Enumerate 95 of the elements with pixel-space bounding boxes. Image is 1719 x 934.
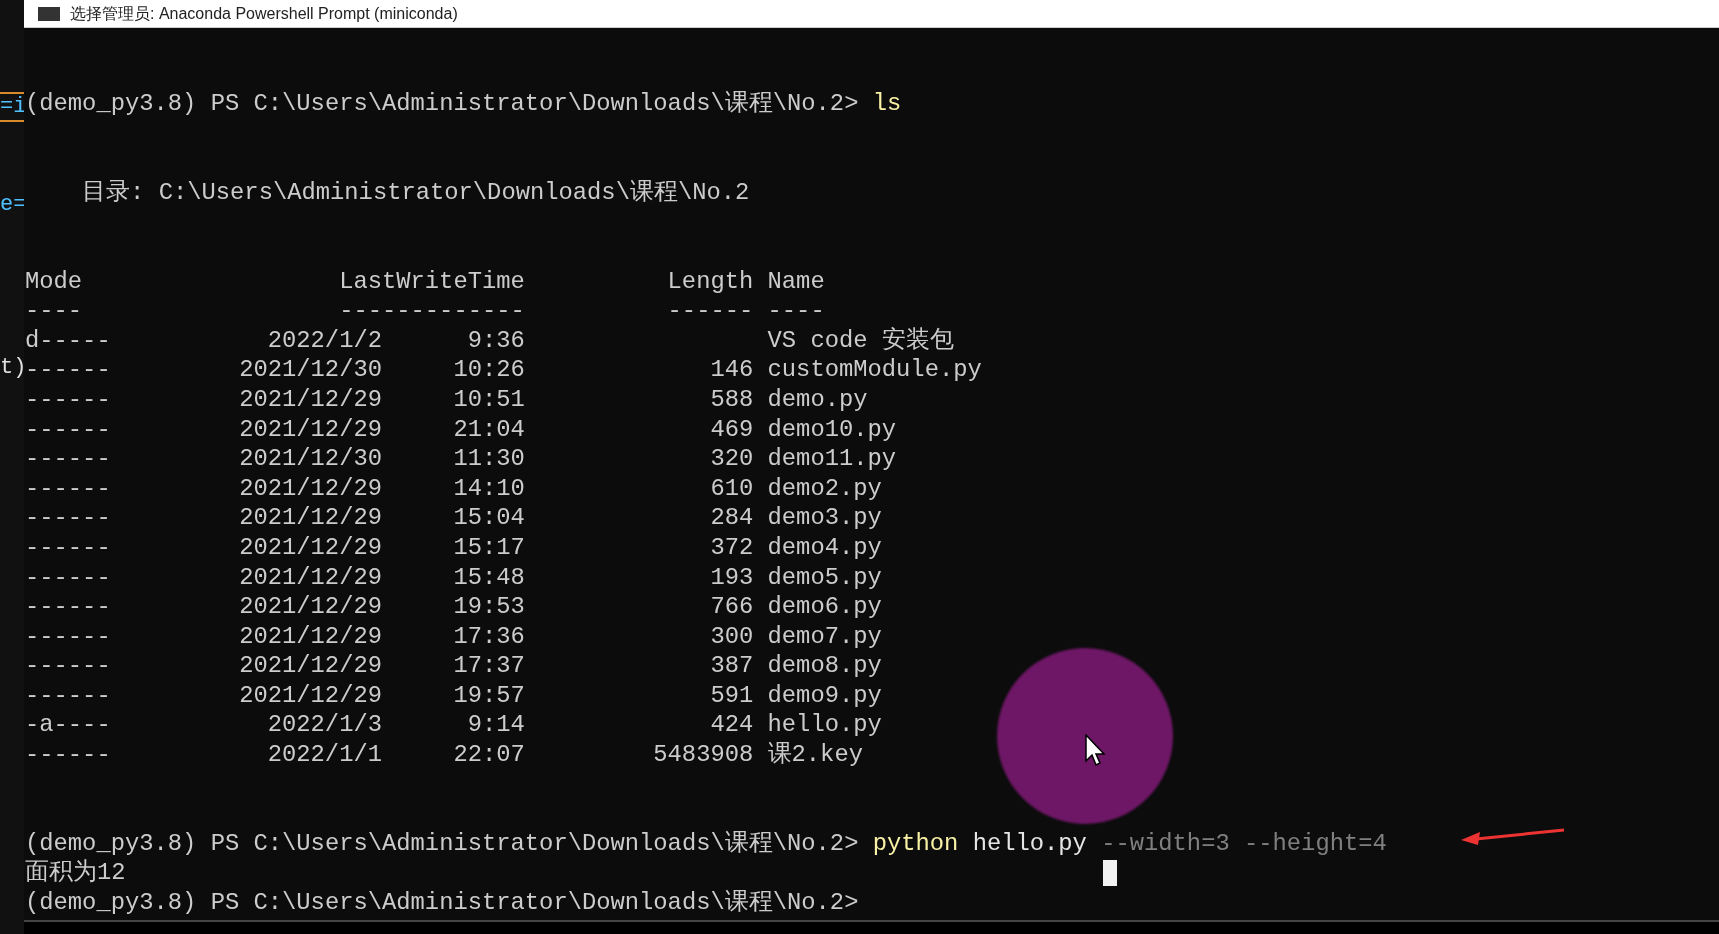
date-cell: 2021/12/29: [239, 651, 382, 681]
mode-cell: ------: [25, 621, 111, 652]
length-cell: 591: [710, 680, 754, 711]
length-cell: 588: [710, 384, 754, 415]
mode-cell: ------: [25, 740, 111, 770]
name-cell: demo11.py: [767, 444, 897, 474]
length-cell: 320: [710, 444, 754, 474]
command-text: hello.py: [972, 828, 1087, 859]
name-cell: demo5.py: [767, 562, 882, 593]
time-cell: 9:14: [467, 710, 525, 741]
length-cell: 284: [710, 503, 754, 533]
name-cell: hello.py: [767, 710, 882, 741]
date-cell: 2021/12/29: [239, 680, 382, 711]
mode-cell: ------: [25, 562, 111, 593]
mode-cell: ------: [25, 473, 111, 504]
name-cell: customModule.py: [767, 355, 982, 385]
date-cell: 2021/12/29: [239, 384, 382, 415]
name-cell: demo7.py: [767, 621, 882, 652]
date-cell: 2022/1/1: [267, 740, 382, 770]
length-cell: 300: [710, 621, 754, 652]
length-cell: 766: [710, 592, 754, 622]
date-cell: 2021/12/29: [239, 532, 382, 563]
time-cell: 10:26: [453, 355, 525, 385]
mode-cell: ------: [25, 651, 111, 681]
window-title: 选择管理员: Anaconda Powershell Prompt (miniconda): [70, 3, 458, 24]
name-cell: demo8.py: [767, 651, 882, 681]
column-header: LastWriteTime: [338, 266, 525, 297]
time-cell: 15:17: [453, 532, 525, 563]
time-cell: 14:10: [453, 473, 525, 504]
length-cell: 610: [710, 473, 754, 504]
column-header: Mode: [25, 266, 84, 297]
time-cell: 19:57: [453, 680, 525, 711]
name-cell: demo3.py: [767, 503, 882, 533]
mode-cell: -a----: [25, 710, 111, 741]
directory-text: 目录: C:\Users\Administrator\Downloads\课程\No.2: [82, 177, 750, 208]
date-cell: 2022/1/2: [267, 325, 382, 356]
date-cell: 2021/12/29: [239, 414, 382, 445]
code-fragment: t): [0, 355, 24, 381]
mouse-pointer-icon: [1085, 734, 1107, 768]
mode-cell: ------: [25, 503, 111, 533]
name-cell: VS code 安装包: [767, 325, 954, 356]
name-cell: demo6.py: [767, 592, 882, 622]
length-cell: 424: [710, 710, 754, 741]
mode-cell: ------: [25, 444, 111, 474]
date-cell: 2021/12/29: [239, 562, 382, 593]
mode-cell: d-----: [25, 325, 111, 356]
date-cell: 2021/12/30: [239, 355, 382, 385]
command-text: --width=3 --height=4: [1101, 828, 1387, 859]
column-header: Length: [666, 266, 754, 297]
mode-cell: ------: [25, 384, 111, 415]
time-cell: 9:36: [467, 325, 525, 356]
length-cell: 146: [710, 355, 754, 385]
mode-cell: ------: [25, 592, 111, 622]
command-text: ls: [872, 89, 902, 119]
time-cell: 15:48: [453, 562, 525, 593]
command-text: python: [872, 828, 959, 859]
time-cell: 15:04: [453, 503, 525, 533]
header-rule: ------: [666, 296, 754, 326]
mode-cell: ------: [25, 532, 111, 563]
length-cell: 5483908: [653, 740, 754, 770]
time-cell: 17:36: [453, 621, 525, 652]
time-cell: 11:30: [453, 444, 525, 474]
prompt-text: (demo_py3.8) PS C:\Users\Administrator\Downloads\课程\No.2>: [25, 828, 859, 859]
length-cell: 372: [710, 532, 754, 563]
length-cell: 193: [710, 562, 754, 593]
output-text: 面积为12: [25, 858, 126, 889]
time-cell: 22:07: [453, 740, 525, 770]
date-cell: 2022/1/3: [267, 710, 382, 741]
prompt-text: (demo_py3.8) PS C:\Users\Administrator\Downloads\课程\No.2>: [25, 888, 859, 918]
column-header: Name: [767, 266, 825, 297]
name-cell: demo.py: [767, 384, 868, 415]
name-cell: demo2.py: [767, 473, 882, 504]
date-cell: 2021/12/29: [239, 592, 382, 622]
name-cell: demo4.py: [767, 532, 882, 563]
date-cell: 2021/12/29: [239, 473, 382, 504]
length-cell: 387: [710, 651, 754, 681]
mode-cell: ------: [25, 414, 111, 445]
mode-cell: ------: [25, 680, 111, 711]
header-rule: -------------: [338, 296, 525, 326]
prompt-text: (demo_py3.8) PS C:\Users\Administrator\Downloads\课程\No.2>: [25, 89, 859, 119]
name-cell: demo9.py: [767, 680, 882, 711]
date-cell: 2021/12/29: [239, 621, 382, 652]
header-rule: ----: [25, 296, 84, 326]
terminal-icon: [38, 6, 60, 21]
time-cell: 17:37: [453, 651, 525, 681]
time-cell: 10:51: [453, 384, 525, 415]
name-cell: 课2.key: [767, 740, 863, 770]
time-cell: 19:53: [453, 592, 525, 622]
date-cell: 2021/12/29: [239, 503, 382, 533]
length-cell: 469: [710, 414, 754, 445]
date-cell: 2021/12/30: [239, 444, 382, 474]
name-cell: demo10.py: [767, 414, 897, 445]
time-cell: 21:04: [453, 414, 525, 445]
header-rule: ----: [767, 296, 825, 326]
mode-cell: ------: [25, 355, 111, 385]
